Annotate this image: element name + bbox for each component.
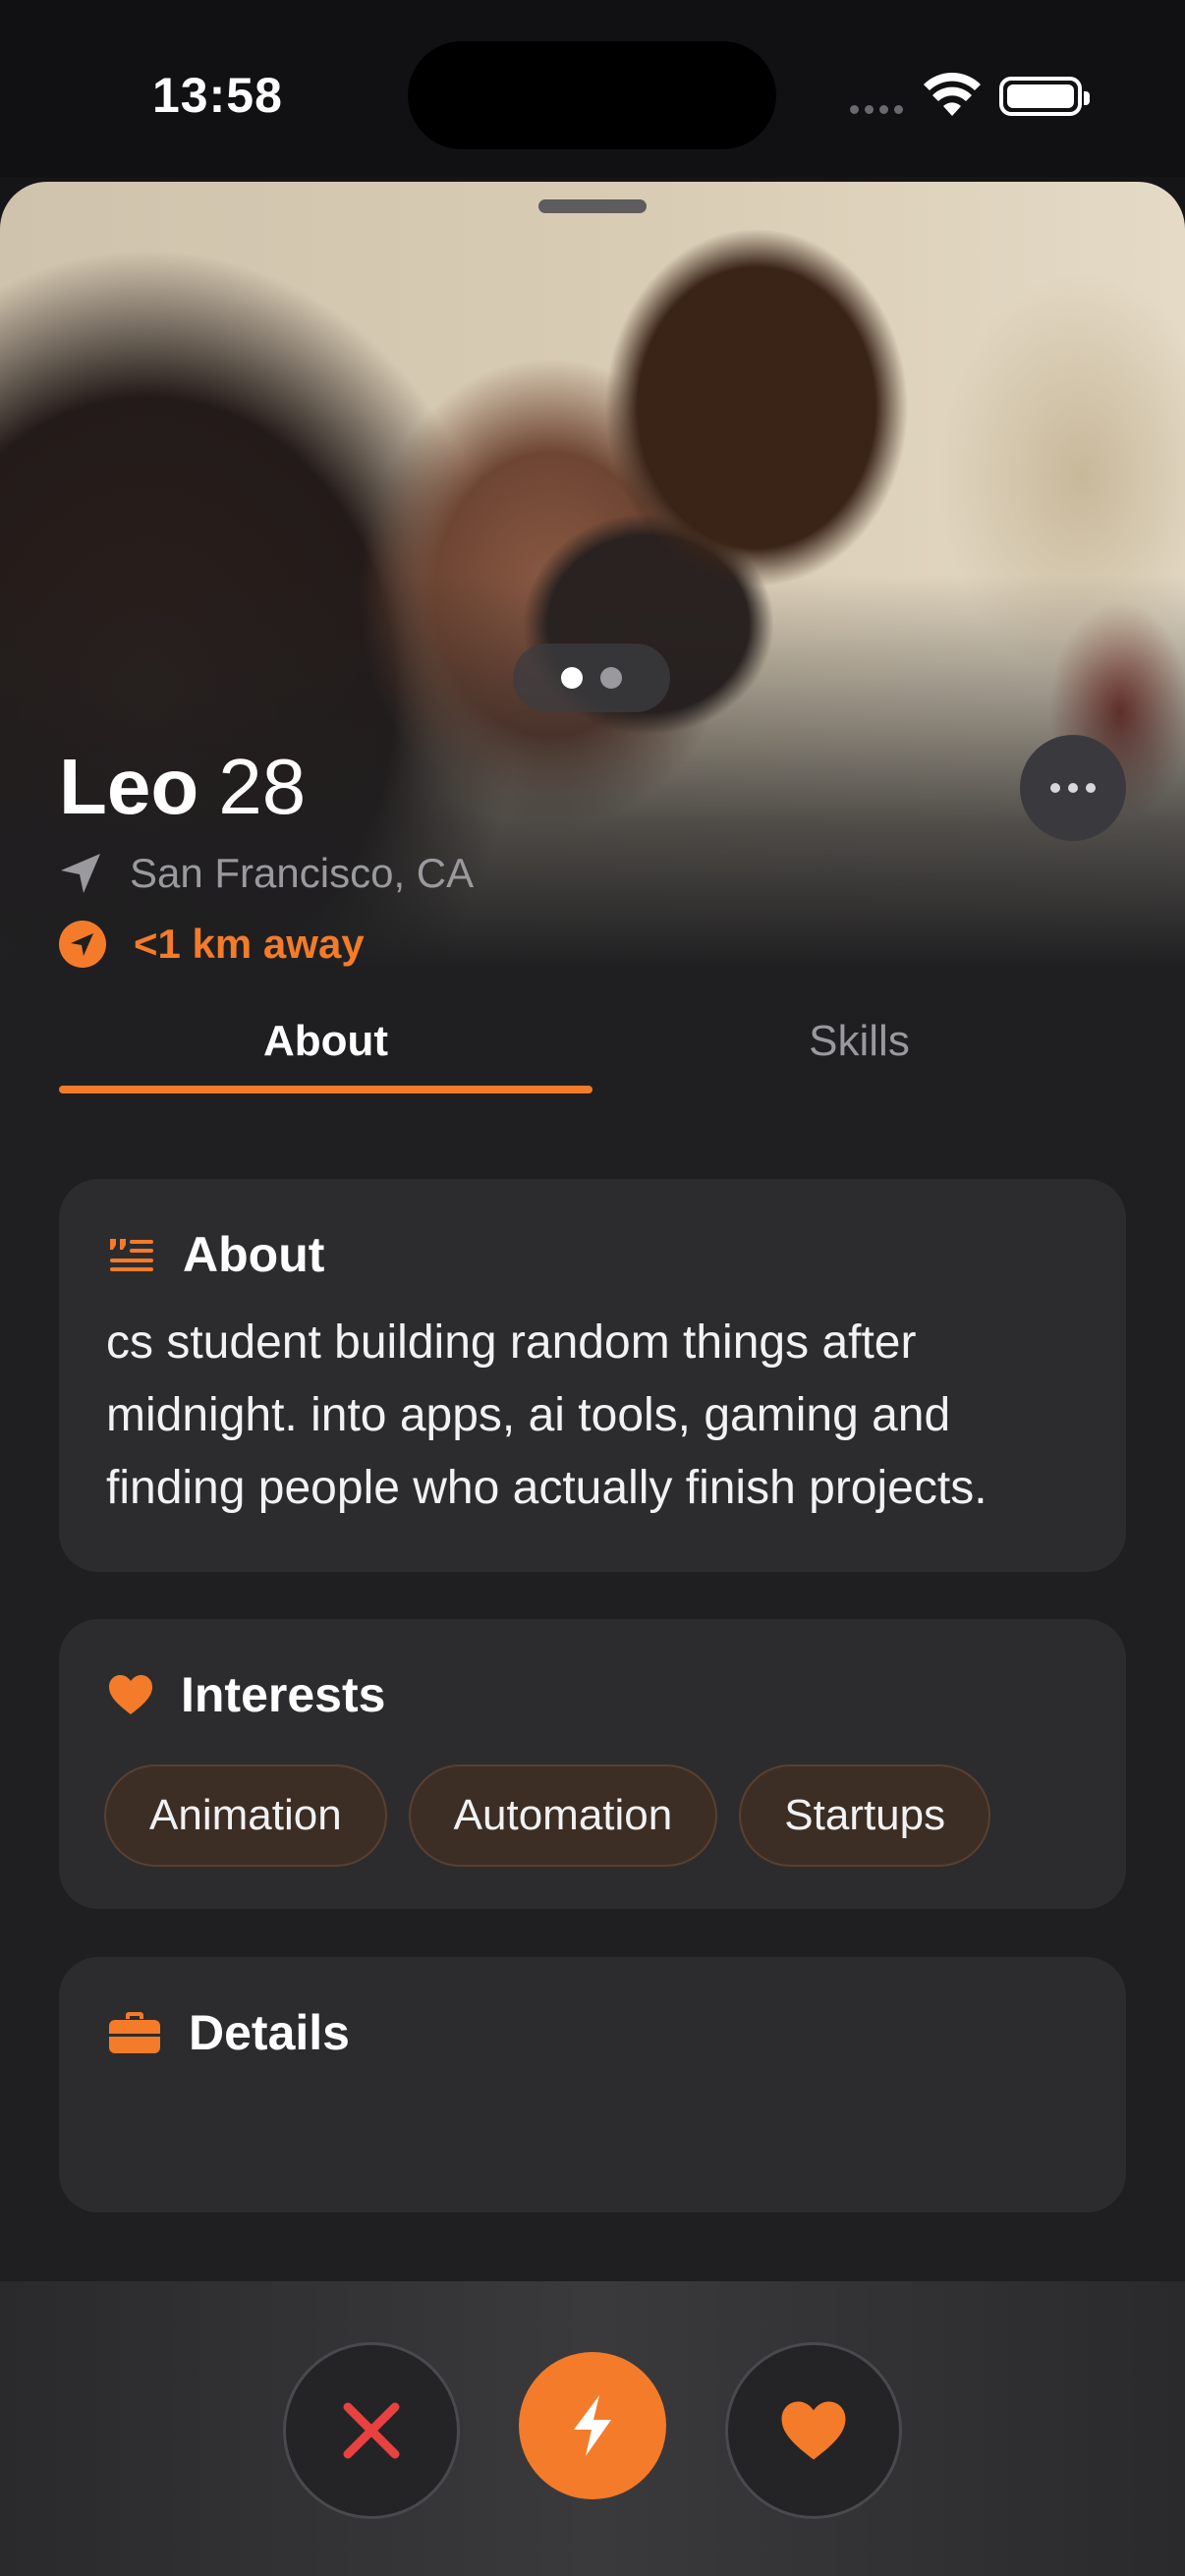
page-dot-1[interactable] xyxy=(561,667,583,689)
sheet-grabber[interactable] xyxy=(538,199,647,213)
interest-chip[interactable]: Animation xyxy=(104,1764,387,1867)
navigation-circle-icon xyxy=(59,921,106,968)
distance-row: <1 km away xyxy=(59,921,365,968)
location-arrow-icon xyxy=(61,854,100,893)
quote-lines-icon xyxy=(110,1239,153,1271)
distance-text: <1 km away xyxy=(134,921,365,967)
details-card-header: Details xyxy=(108,2004,350,2061)
dynamic-island xyxy=(408,41,776,149)
photo-page-indicator[interactable] xyxy=(513,644,670,712)
profile-name-age: Leo 28 xyxy=(59,742,306,832)
interests-card-header: Interests xyxy=(108,1666,385,1723)
interests-card: Interests Animation Automation Startups xyxy=(59,1619,1126,1909)
about-card: About cs student building random things … xyxy=(59,1179,1126,1572)
status-bar: 13:58 xyxy=(0,0,1185,177)
action-bar xyxy=(0,2281,1185,2576)
ellipsis-icon xyxy=(1050,783,1060,793)
profile-name: Leo xyxy=(59,743,199,830)
details-card: Details xyxy=(59,1957,1126,2212)
boost-button[interactable] xyxy=(519,2352,666,2499)
heart-icon xyxy=(781,2401,846,2460)
about-card-title: About xyxy=(183,1227,325,1282)
tab-about[interactable]: About xyxy=(59,1017,592,1066)
pass-button[interactable] xyxy=(283,2342,460,2519)
x-icon xyxy=(343,2402,400,2459)
location-text: San Francisco, CA xyxy=(130,850,475,896)
profile-age: 28 xyxy=(218,743,307,830)
interest-chip[interactable]: Startups xyxy=(739,1764,991,1867)
profile-tabs: About Skills xyxy=(59,1017,1126,1095)
interest-chip[interactable]: Automation xyxy=(408,1764,718,1867)
more-options-button[interactable] xyxy=(1020,735,1126,841)
tab-selected-indicator xyxy=(59,1086,592,1093)
page-dot-2[interactable] xyxy=(600,667,622,689)
details-card-title: Details xyxy=(189,2005,350,2060)
about-text: cs student building random things after … xyxy=(106,1316,988,1514)
briefcase-icon xyxy=(109,2012,160,2053)
tab-skills[interactable]: Skills xyxy=(592,1017,1126,1066)
location-row: San Francisco, CA xyxy=(59,850,474,897)
wifi-icon xyxy=(924,73,981,116)
lightning-icon xyxy=(574,2395,611,2456)
battery-icon xyxy=(999,77,1090,116)
status-time: 13:58 xyxy=(152,68,283,123)
like-button[interactable] xyxy=(725,2342,902,2519)
interest-chips: Animation Automation Startups xyxy=(104,1764,991,1867)
interests-card-title: Interests xyxy=(181,1667,386,1722)
cellular-signal-icon xyxy=(850,105,903,114)
about-card-header: About xyxy=(108,1226,324,1283)
heart-icon xyxy=(109,1675,152,1714)
